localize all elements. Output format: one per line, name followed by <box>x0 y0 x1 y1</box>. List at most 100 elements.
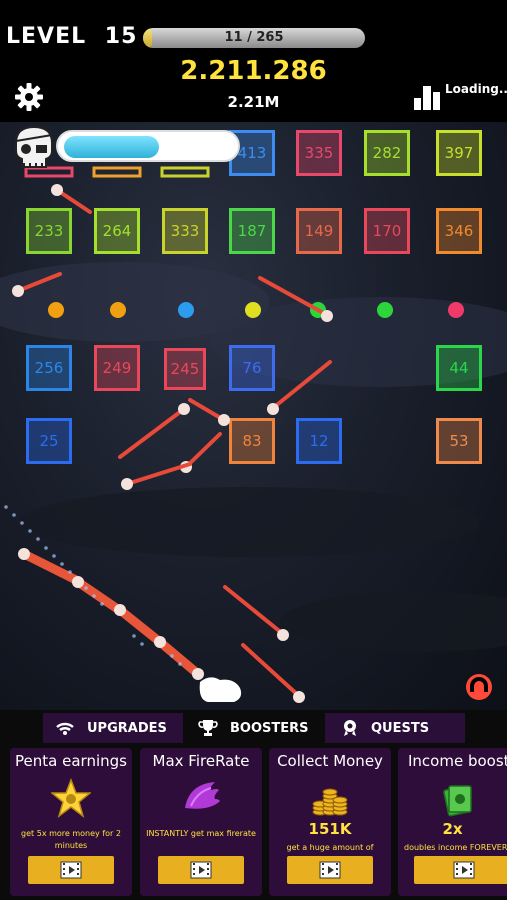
brick-block: 233 <box>26 208 72 254</box>
booster-card-collect[interactable]: Collect Money 151K get a huge amount of … <box>269 748 391 896</box>
level-indicator: LEVEL 15 <box>6 24 137 49</box>
booster-card-income[interactable]: Income boost 2x doubles income FOREVER <box>398 748 507 896</box>
brick-value: 335 <box>305 144 334 162</box>
ball <box>12 285 24 297</box>
booster-panel: Penta earnings get 5x more money for 2 m… <box>0 746 507 900</box>
top-bar: LEVEL 15 11 / 265 2.211.286 2.21M Loadin… <box>0 0 507 122</box>
booster-desc: INSTANTLY get max firerate <box>146 829 256 838</box>
ball <box>267 403 279 415</box>
tab-quests[interactable]: QUESTS <box>325 713 465 743</box>
leaderboard-loading[interactable]: Loading.. <box>413 82 507 112</box>
brick-value: 12 <box>309 432 328 450</box>
ball <box>277 629 289 641</box>
trophy-icon <box>198 720 218 736</box>
brick-block: 346 <box>436 208 482 254</box>
pickup-dot <box>245 302 261 318</box>
brick-value: 149 <box>305 222 334 240</box>
brick-value: 413 <box>238 144 267 162</box>
video-icon <box>60 861 82 879</box>
ball <box>51 184 63 196</box>
brick-value: 333 <box>171 222 200 240</box>
video-icon <box>453 861 474 879</box>
booster-title: Max FireRate <box>152 752 250 770</box>
booster-desc: get 5x more money for 2 minutes <box>21 829 121 850</box>
brick-block: 187 <box>229 208 275 254</box>
brick-value: 346 <box>445 222 474 240</box>
brick-block: 25 <box>26 418 72 464</box>
booster-value: 151K <box>308 820 352 838</box>
brick-block: 335 <box>296 130 342 176</box>
brick-value: 282 <box>373 144 402 162</box>
tab-boosters[interactable]: BOOSTERS <box>186 713 322 743</box>
badge-icon <box>344 720 356 736</box>
tab-upgrades[interactable]: UPGRADES <box>43 713 183 743</box>
brick-value: 264 <box>103 222 132 240</box>
tab-bar: UPGRADES BOOSTERS QUESTS <box>0 710 507 746</box>
level-number: 15 <box>104 24 138 49</box>
video-icon <box>190 861 212 879</box>
cash-icon <box>443 785 472 817</box>
pickup-dot <box>178 302 194 318</box>
brick-value: 170 <box>373 222 402 240</box>
brick-value: 397 <box>445 144 474 162</box>
gear-icon[interactable] <box>14 82 44 112</box>
brick-block: 249 <box>94 345 140 391</box>
level-label: LEVEL <box>6 24 87 49</box>
booster-card-firerate[interactable]: Max FireRate INSTANTLY get max firerate <box>140 748 262 896</box>
brick-block: 170 <box>364 208 410 254</box>
watch-ad-button[interactable] <box>28 856 114 884</box>
booster-title: Income boost <box>408 752 507 770</box>
tab-boosters-label: BOOSTERS <box>230 720 309 736</box>
ball <box>218 414 230 426</box>
ball <box>72 576 84 588</box>
booster-card-penta[interactable]: Penta earnings get 5x more money for 2 m… <box>10 748 132 896</box>
wing-icon <box>185 782 220 809</box>
magnet-icon <box>466 674 492 700</box>
brick-value: 233 <box>35 222 64 240</box>
brick-value: 256 <box>35 359 64 377</box>
brick-value: 245 <box>171 360 200 378</box>
ball <box>121 478 133 490</box>
coins-icon <box>312 788 348 816</box>
brick-block: 44 <box>436 345 482 391</box>
booster-desc: doubles income FOREVER <box>404 843 507 852</box>
brick-value: 44 <box>449 359 468 377</box>
star-icon <box>51 778 91 818</box>
brick-block: 282 <box>364 130 410 176</box>
tab-upgrades-label: UPGRADES <box>87 720 167 736</box>
watch-ad-button[interactable] <box>158 856 244 884</box>
ball <box>321 310 333 322</box>
brick-value: 187 <box>238 222 267 240</box>
video-icon <box>319 861 341 879</box>
booster-title: Penta earnings <box>15 752 127 770</box>
wifi-icon <box>56 722 74 735</box>
level-progress-bar: 11 / 265 <box>143 28 365 48</box>
watch-ad-button[interactable] <box>287 856 373 884</box>
pickup-dot <box>110 302 126 318</box>
ball <box>178 403 190 415</box>
watch-ad-button[interactable] <box>414 856 507 884</box>
playfield-art: 413 335 282 397 233 264 333 187 149 170 346 256 249 2… <box>0 130 507 703</box>
booster-value: 2x <box>442 820 463 838</box>
boss-health-fill <box>64 136 159 158</box>
brick-block: 53 <box>436 418 482 464</box>
brick-value: 76 <box>242 359 261 377</box>
loading-label: Loading.. <box>445 82 507 96</box>
playfield[interactable]: 413 335 282 397 233 264 333 187 149 170 346 256 249 2… <box>0 122 507 710</box>
ball <box>192 668 204 680</box>
tab-quests-label: QUESTS <box>371 720 430 736</box>
brick-block: 256 <box>26 345 72 391</box>
brick-block: 397 <box>436 130 482 176</box>
ball <box>293 691 305 703</box>
boss-health-frame <box>56 130 240 162</box>
brick-value: 249 <box>103 359 132 377</box>
brick-value: 83 <box>242 432 261 450</box>
ball <box>154 636 166 648</box>
boss-health <box>10 123 240 171</box>
brick-block: 245 <box>164 348 206 390</box>
level-progress-text: 11 / 265 <box>224 30 284 45</box>
launcher-hand <box>199 677 242 702</box>
pickup-dot <box>448 302 464 318</box>
brick-block: 264 <box>94 208 140 254</box>
booster-title: Collect Money <box>277 752 383 770</box>
